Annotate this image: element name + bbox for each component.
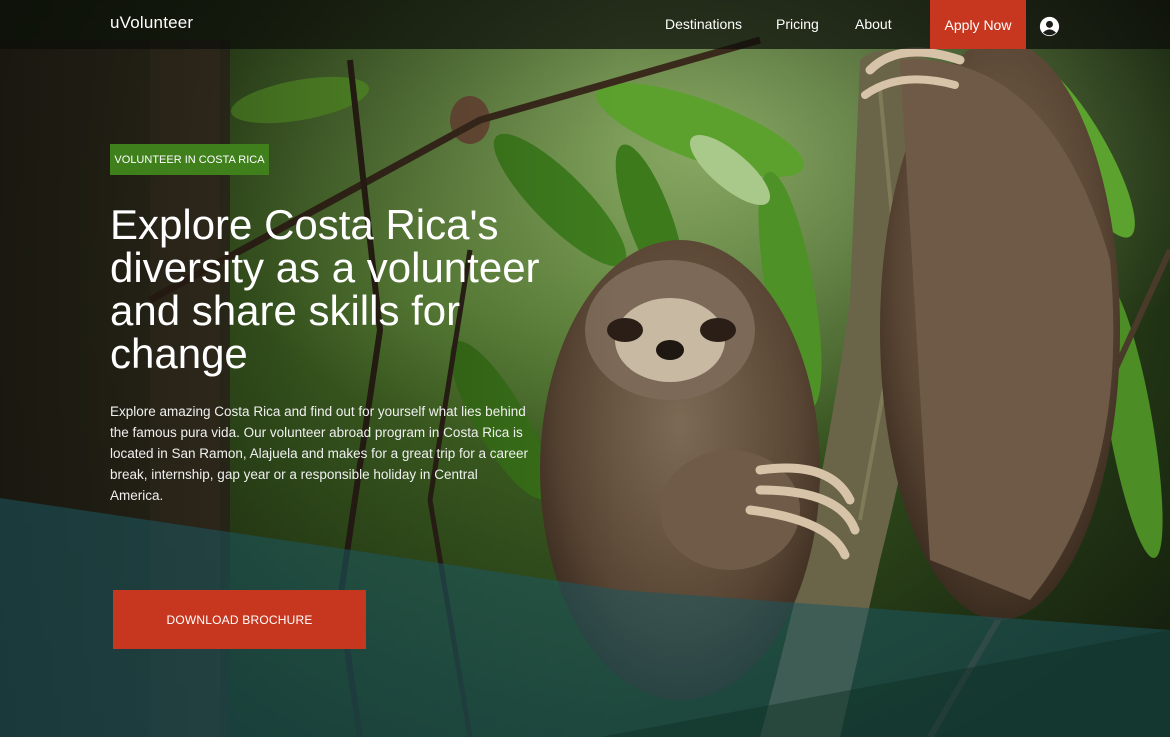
hero-description: Explore amazing Costa Rica and find out …: [110, 404, 528, 503]
nav-link-about[interactable]: About: [855, 16, 892, 32]
nav-link-pricing[interactable]: Pricing: [776, 16, 819, 32]
nav-link-destinations[interactable]: Destinations: [665, 16, 742, 32]
hero-headline: Explore Costa Rica's diversity as a volu…: [110, 201, 540, 377]
site-logo[interactable]: uVolunteer: [110, 13, 193, 33]
download-brochure-button[interactable]: DOWNLOAD BROCHURE: [113, 590, 366, 649]
hero-section: uVolunteer Destinations Pricing About Ap…: [0, 0, 1170, 737]
location-tag: VOLUNTEER IN COSTA RICA: [110, 144, 269, 175]
top-navigation-bar: uVolunteer Destinations Pricing About Ap…: [0, 0, 1170, 49]
apply-now-button[interactable]: Apply Now: [930, 0, 1026, 49]
user-circle-icon[interactable]: [1039, 16, 1060, 37]
